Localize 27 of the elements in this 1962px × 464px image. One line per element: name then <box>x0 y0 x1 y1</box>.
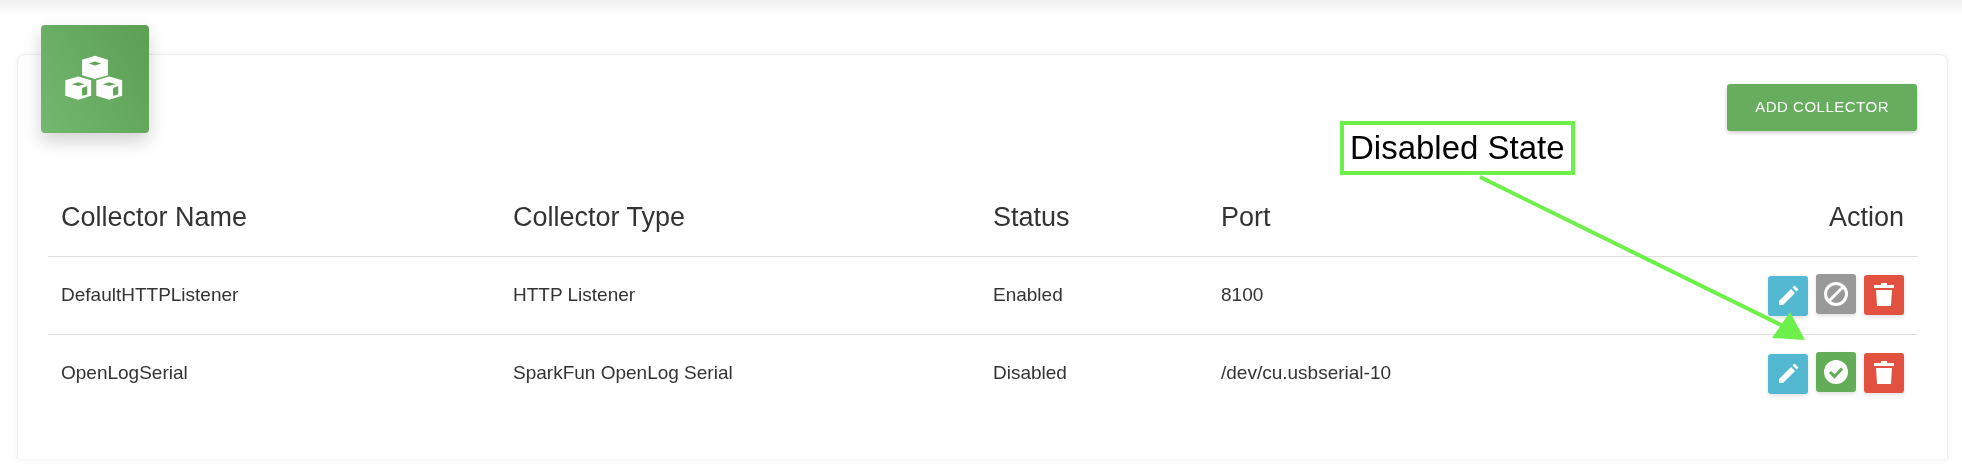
edit-button[interactable] <box>1768 354 1808 395</box>
column-header: Collector Type <box>513 202 686 232</box>
port-text: /dev/cu.usbserial-10 <box>1221 362 1392 383</box>
collector-type: SparkFun OpenLog Serial <box>513 362 733 383</box>
column-header: Status <box>993 202 1070 232</box>
collector-name: DefaultHTTPListener <box>61 283 239 305</box>
column-header: Collector Name <box>61 202 248 232</box>
annotation-label: Disabled State <box>1340 121 1575 175</box>
pencil-icon <box>1777 363 1799 386</box>
check-circle-icon <box>1823 359 1849 386</box>
port-text: 8100 <box>1221 283 1264 305</box>
add-collector-button[interactable]: ADD COLLECTOR <box>1727 84 1917 131</box>
enable-button[interactable] <box>1816 352 1856 393</box>
disable-button[interactable] <box>1816 274 1856 314</box>
pencil-icon <box>1777 285 1799 307</box>
status-text: Enabled <box>993 283 1063 305</box>
delete-button[interactable] <box>1864 275 1904 315</box>
edit-button[interactable] <box>1768 276 1808 316</box>
delete-button[interactable] <box>1864 353 1904 394</box>
trash-icon <box>1874 283 1894 307</box>
ban-icon <box>1823 281 1849 307</box>
column-header: Port <box>1221 202 1271 232</box>
collector-name: OpenLogSerial <box>61 362 188 383</box>
column-header: Action <box>1828 202 1904 232</box>
trash-icon <box>1874 361 1894 386</box>
collector-type: HTTP Listener <box>513 283 636 305</box>
status-text: Disabled <box>993 362 1067 383</box>
